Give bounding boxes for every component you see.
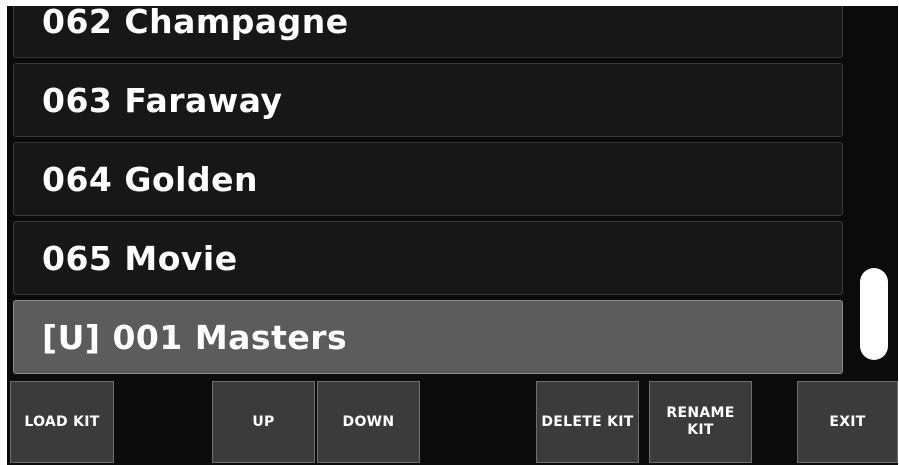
delete-kit-button-label: DELETE KIT <box>541 413 634 430</box>
load-kit-button-label: LOAD KIT <box>24 413 100 430</box>
kit-list-item-label: 064 Golden <box>42 159 258 199</box>
kit-list-item[interactable]: 064 Golden <box>13 142 843 216</box>
down-button-label: DOWN <box>342 413 395 430</box>
down-button[interactable]: DOWN <box>317 381 420 463</box>
rename-kit-button-label-line2: KIT <box>687 422 714 438</box>
up-button-label: UP <box>252 413 275 430</box>
kit-list-item[interactable]: 063 Faraway <box>13 63 843 137</box>
kit-list-item-label: 063 Faraway <box>42 80 283 120</box>
kit-list-item[interactable]: 062 Champagne <box>13 6 843 58</box>
up-button[interactable]: UP <box>212 381 315 463</box>
kit-list: 062 Champagne 063 Faraway 064 Golden 065… <box>13 6 845 378</box>
scrollbar[interactable] <box>855 6 889 378</box>
delete-kit-button[interactable]: DELETE KIT <box>536 381 639 463</box>
rename-kit-button[interactable]: RENAME KIT <box>649 381 752 463</box>
kit-list-item-label: [U] 001 Masters <box>42 317 348 357</box>
kit-list-item[interactable]: 065 Movie <box>13 221 843 295</box>
kit-list-item-label: 062 Champagne <box>42 6 349 41</box>
kit-browser-screen: 062 Champagne 063 Faraway 064 Golden 065… <box>7 6 898 465</box>
exit-button[interactable]: EXIT <box>797 381 898 463</box>
kit-list-item-selected[interactable]: [U] 001 Masters <box>13 300 843 374</box>
scrollbar-thumb[interactable] <box>860 268 888 360</box>
exit-button-label: EXIT <box>829 413 866 430</box>
kit-list-item-label: 065 Movie <box>42 238 238 278</box>
load-kit-button[interactable]: LOAD KIT <box>10 381 114 463</box>
rename-kit-button-label-line1: RENAME <box>666 405 735 421</box>
